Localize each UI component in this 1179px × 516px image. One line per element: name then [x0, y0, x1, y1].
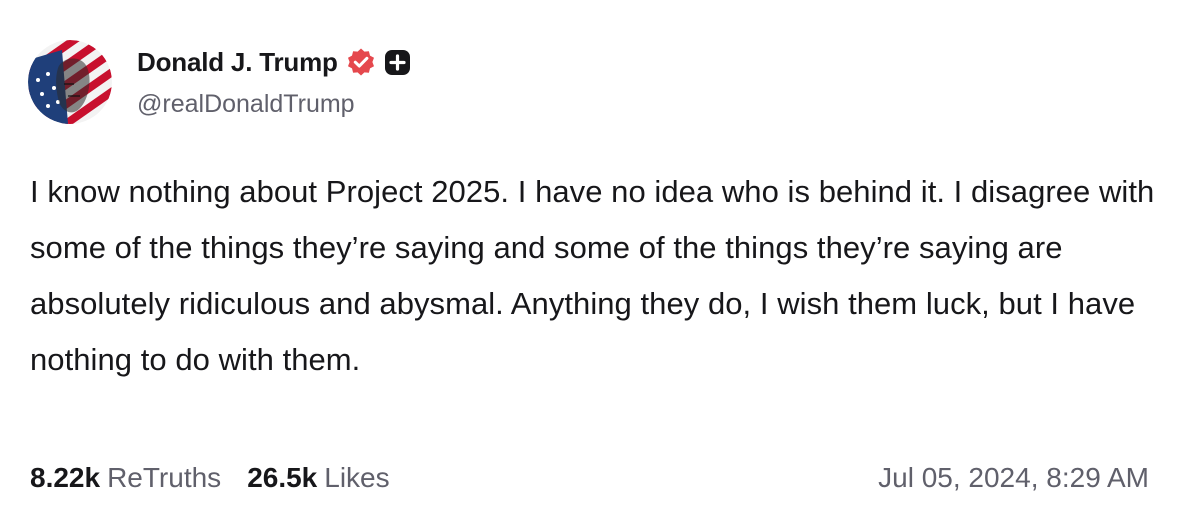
- retruths-count: 8.22k: [30, 462, 101, 493]
- display-name[interactable]: Donald J. Trump: [137, 47, 338, 78]
- name-row: Donald J. Trump: [137, 42, 411, 82]
- post-text: I know nothing about Project 2025. I hav…: [30, 174, 1155, 377]
- truth-post-card: Donald J. Trump @realDonaldTrump I know …: [0, 0, 1179, 516]
- author-handle[interactable]: @realDonaldTrump: [137, 90, 411, 119]
- post-timestamp[interactable]: Jul 05, 2024, 8:29 AM: [878, 462, 1149, 494]
- retruths-label: ReTruths: [107, 462, 222, 493]
- plus-badge-icon: [384, 49, 411, 76]
- post-footer: 8.22k ReTruths 26.5k Likes Jul 05, 2024,…: [30, 456, 1149, 500]
- likes-count: 26.5k: [247, 462, 318, 493]
- author-block: Donald J. Trump @realDonaldTrump: [137, 42, 411, 119]
- retruths-stat[interactable]: 8.22k ReTruths: [30, 462, 221, 494]
- likes-label: Likes: [324, 462, 390, 493]
- avatar[interactable]: [28, 40, 112, 124]
- avatar-image: [28, 40, 112, 124]
- likes-stat[interactable]: 26.5k Likes: [247, 462, 389, 494]
- verified-badge-icon: [346, 47, 376, 77]
